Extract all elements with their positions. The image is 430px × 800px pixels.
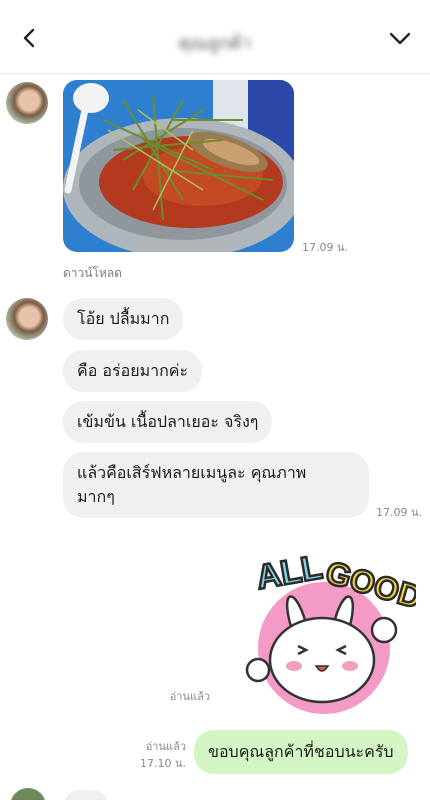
download-link[interactable]: ดาวน์โหลด: [63, 264, 122, 283]
incoming-message[interactable]: [64, 790, 108, 800]
outgoing-message[interactable]: ขอบคุณลูกค้าที่ชอบนะครับ: [194, 730, 408, 774]
avatar[interactable]: [10, 788, 46, 800]
read-receipt: อ่านแล้ว: [169, 690, 210, 703]
message-time: 17.09 น.: [376, 506, 423, 519]
photo-message[interactable]: [63, 80, 294, 252]
message-time: 17.10 น.: [139, 757, 186, 770]
food-photo: [63, 80, 294, 252]
incoming-message[interactable]: แล้วคือเสิร์ฟหลายเมนูละ คุณภาพ มากๆ: [63, 452, 369, 518]
chat-menu-button[interactable]: [384, 22, 416, 54]
avatar[interactable]: [6, 298, 48, 340]
message-time: 17.09 น.: [302, 241, 349, 254]
chat-title: คุณลูกค้า: [178, 33, 252, 54]
read-receipt: อ่านแล้ว: [145, 740, 186, 753]
incoming-message[interactable]: เข้มข้น เนื้อปลาเยอะ จริงๆ: [63, 401, 273, 443]
incoming-message[interactable]: โอ้ย ปลื้มมาก: [63, 298, 184, 340]
chevron-down-icon: [389, 32, 411, 45]
avatar[interactable]: [6, 82, 48, 124]
incoming-message[interactable]: คือ อร่อยมากค่ะ: [63, 350, 203, 392]
sticker-message[interactable]: ALL GOOD!: [236, 544, 430, 714]
bunny-sticker-image: ALL GOOD!: [245, 547, 430, 714]
chat-header: คุณลูกค้า: [0, 0, 430, 74]
